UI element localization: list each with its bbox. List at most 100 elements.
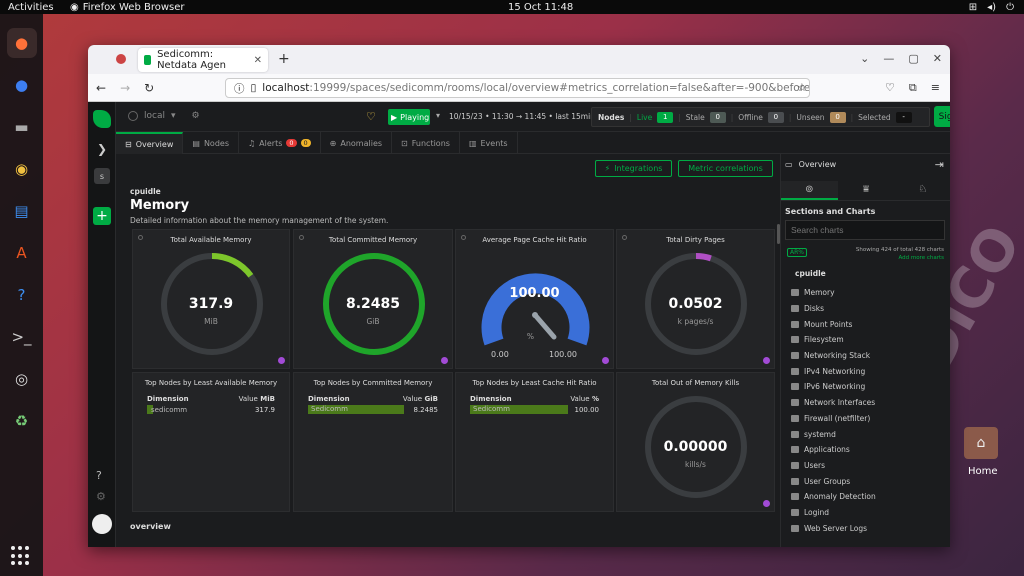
- section-item-mount-points[interactable]: Mount Points: [791, 316, 946, 332]
- help-icon[interactable]: ?: [7, 280, 37, 310]
- rhythmbox-icon[interactable]: ◉: [7, 154, 37, 184]
- url-field[interactable]: ⓘ ▯ localhost:19999/spaces/sedicomm/room…: [225, 78, 810, 98]
- search-charts-input[interactable]: [785, 220, 945, 240]
- section-item-network-interfaces[interactable]: Network Interfaces: [791, 395, 946, 411]
- section-item-firewall-netfilter[interactable]: Firewall (netfilter): [791, 411, 946, 427]
- active-app-menu[interactable]: ◉ Firefox Web Browser: [70, 2, 185, 13]
- section-item-logind[interactable]: Logind: [791, 505, 946, 521]
- section-item-ipv6-networking[interactable]: IPv6 Networking: [791, 379, 946, 395]
- integrations-button[interactable]: ⚡ Integrations: [595, 160, 672, 177]
- tab-alerts-icon[interactable]: ♘: [894, 181, 950, 200]
- netdata-logo[interactable]: [93, 110, 111, 128]
- disc-icon[interactable]: ◎: [7, 364, 37, 394]
- tab-sections-icon[interactable]: ⊚: [781, 181, 838, 200]
- avatar[interactable]: [92, 514, 112, 534]
- extensions-icon[interactable]: ⧉: [909, 81, 917, 95]
- tab-functions[interactable]: ⊡ Functions: [392, 132, 460, 154]
- activities-button[interactable]: Activities: [8, 2, 54, 13]
- add-more-charts-link[interactable]: Add more charts: [856, 254, 944, 262]
- room-settings-icon[interactable]: ⚙: [192, 111, 200, 121]
- section-item-systemd[interactable]: systemd: [791, 426, 946, 442]
- play-button[interactable]: ▶ Playing: [388, 109, 430, 125]
- section-item-filesystem[interactable]: Filesystem: [791, 332, 946, 348]
- metric-correlations-button[interactable]: Metric correlations: [678, 160, 773, 177]
- collapse-panel-icon[interactable]: ⇥: [935, 158, 944, 171]
- space-icon[interactable]: s: [94, 168, 110, 184]
- tab-overview[interactable]: ⊟ Overview: [116, 132, 184, 154]
- trash-icon[interactable]: ♻: [7, 406, 37, 436]
- menu-icon[interactable]: ≡: [931, 81, 940, 95]
- gauge-card-dirty-pages[interactable]: Total Dirty Pages 0.0502 k pages/s: [616, 229, 775, 369]
- sign-in-button[interactable]: Sign in: [934, 106, 950, 127]
- gauge-card-page-cache-hit-ratio[interactable]: Average Page Cache Hit Ratio 100.00 % 0.…: [455, 229, 614, 369]
- section-item-web-server-logs[interactable]: Web Server Logs: [791, 520, 946, 536]
- close-window-icon[interactable]: ✕: [933, 52, 942, 65]
- anomaly-indicator-icon[interactable]: [763, 500, 770, 507]
- unseen-label: Unseen: [796, 112, 825, 122]
- table-card-least-cache-hit-ratio[interactable]: Top Nodes by Least Cache Hit Ratio Dimen…: [455, 372, 614, 512]
- files-icon[interactable]: ▬: [7, 112, 37, 142]
- expand-icon[interactable]: ❯: [97, 142, 107, 156]
- system-tray[interactable]: ⊞ ◂) ⏻: [969, 2, 1014, 13]
- anomaly-indicator-icon[interactable]: [602, 357, 609, 364]
- new-tab-icon[interactable]: +: [278, 51, 290, 67]
- gauge-card-oom-kills[interactable]: Total Out of Memory Kills 0.00000 kills/…: [616, 372, 775, 512]
- row-value: 8.2485: [413, 405, 439, 414]
- add-space-icon[interactable]: +: [93, 207, 111, 225]
- bookmark-star-icon[interactable]: ☆: [797, 81, 807, 94]
- gauge-card-committed-memory[interactable]: Total Committed Memory 8.2485 GiB: [293, 229, 453, 369]
- section-item-users[interactable]: Users: [791, 458, 946, 474]
- firefox-icon[interactable]: ●: [6, 28, 37, 58]
- home-folder-icon[interactable]: ⌂: [964, 427, 998, 459]
- table-card-least-available-memory[interactable]: Top Nodes by Least Available Memory Dime…: [132, 372, 290, 512]
- section-item-networking-stack[interactable]: Networking Stack: [791, 348, 946, 364]
- show-apps-icon[interactable]: [11, 546, 31, 566]
- settings-icon[interactable]: ⚙: [96, 490, 106, 503]
- browser-tab[interactable]: Sedicomm: Netdata Agen ✕: [138, 48, 268, 72]
- tab-list-icon[interactable]: ⌄: [860, 52, 869, 65]
- section-item-user-groups[interactable]: User Groups: [791, 473, 946, 489]
- table-card-committed-memory[interactable]: Top Nodes by Committed Memory Dimension V…: [293, 372, 453, 512]
- section-item-memory[interactable]: Memory: [791, 285, 946, 301]
- site-info-icon[interactable]: ⓘ: [234, 81, 245, 96]
- chevron-down-icon: ▾: [170, 111, 176, 121]
- tab-anomalies[interactable]: ⊕ Anomalies: [321, 132, 393, 154]
- tab-nodes[interactable]: ▤ Nodes: [183, 132, 239, 154]
- section-item-ipv4-networking[interactable]: IPv4 Networking: [791, 363, 946, 379]
- reload-icon[interactable]: ↻: [144, 81, 154, 95]
- close-tab-icon[interactable]: ✕: [254, 55, 262, 66]
- table-row[interactable]: sedicomm 317.9: [147, 405, 275, 414]
- section-item-disks[interactable]: Disks: [791, 301, 946, 317]
- pocket-icon[interactable]: ♡: [885, 81, 895, 95]
- tab-events[interactable]: ▥ Events: [460, 132, 518, 154]
- play-options-icon[interactable]: ▾: [436, 111, 440, 120]
- anomaly-indicator-icon[interactable]: [278, 357, 285, 364]
- section-icon: [791, 508, 799, 516]
- section-item-anomaly-detection[interactable]: Anomaly Detection: [791, 489, 946, 505]
- tab-alerts[interactable]: ♫ Alerts 0 0: [239, 132, 321, 154]
- panel-title: Overview: [798, 160, 837, 169]
- tab-filter-icon[interactable]: ⩸: [838, 181, 895, 200]
- minimize-icon[interactable]: —: [883, 52, 894, 65]
- anomaly-indicator-icon[interactable]: [441, 357, 448, 364]
- anomaly-indicator-icon[interactable]: [763, 357, 770, 364]
- help-icon[interactable]: ?: [96, 469, 102, 482]
- table-row[interactable]: Sedicomm 8.2485: [308, 405, 438, 414]
- bulb-icon[interactable]: ♡: [366, 110, 376, 123]
- time-range[interactable]: 10/15/23 • 11:30 → 11:45 • last 15min: [449, 112, 595, 121]
- terminal-icon[interactable]: >_: [7, 322, 37, 352]
- nodes-status-bar[interactable]: Nodes | Live 1 | Stale 0 | Offline 0 | U…: [591, 107, 930, 127]
- scrollbar[interactable]: [777, 224, 780, 244]
- clock[interactable]: 15 Oct 11:48: [508, 2, 573, 13]
- app-center-icon[interactable]: A: [7, 238, 37, 268]
- pinned-tab-icon[interactable]: [116, 54, 126, 64]
- room-selector[interactable]: local ▾ ⚙: [128, 111, 200, 121]
- back-icon[interactable]: ←: [96, 81, 106, 95]
- thunderbird-icon[interactable]: ●: [7, 70, 37, 100]
- section-item-applications[interactable]: Applications: [791, 442, 946, 458]
- maximize-icon[interactable]: ▢: [908, 52, 918, 65]
- forward-icon[interactable]: →: [120, 81, 130, 95]
- table-row[interactable]: Sedicomm 100.00: [470, 405, 599, 414]
- writer-icon[interactable]: ▤: [7, 196, 37, 226]
- gauge-card-available-memory[interactable]: Total Available Memory 317.9 MiB: [132, 229, 290, 369]
